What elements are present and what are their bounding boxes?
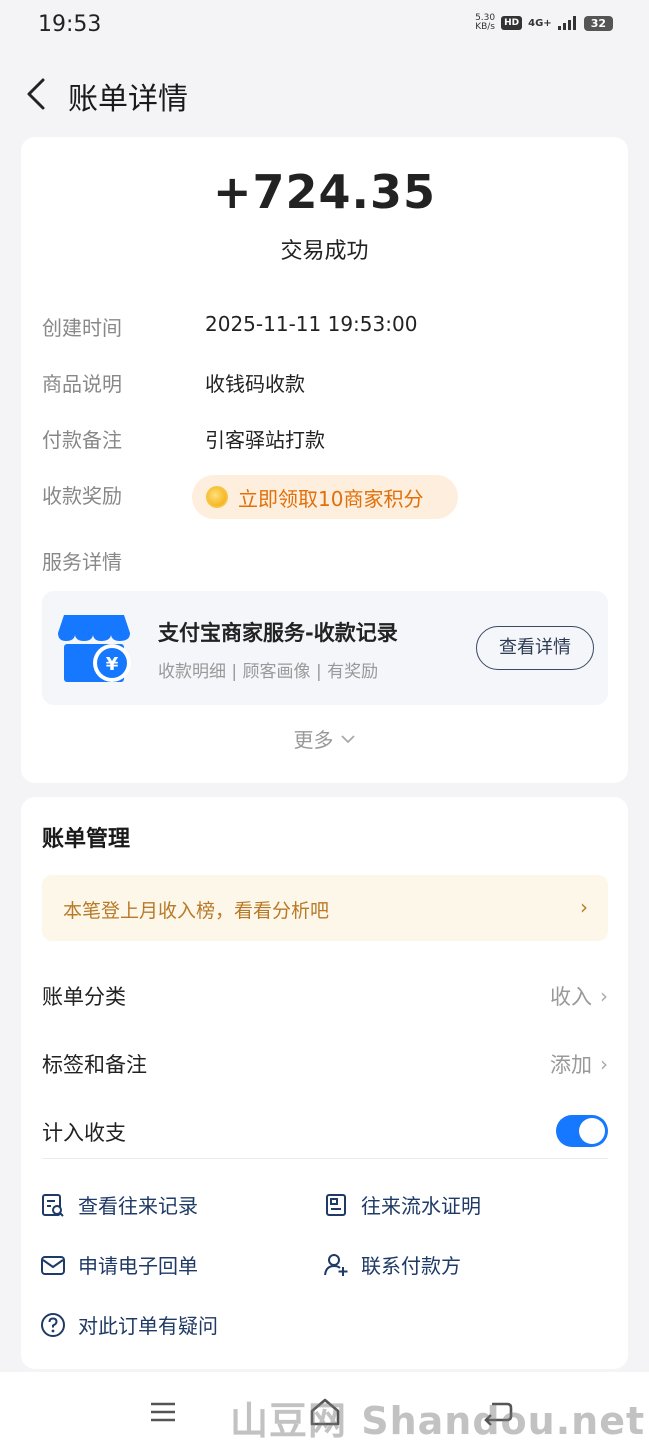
bill-category-label: 账单分类	[42, 985, 126, 1009]
product-desc-label: 商品说明	[42, 372, 122, 396]
tags-notes-row[interactable]: 添加 ›	[550, 1049, 608, 1079]
status-time: 19:53	[38, 12, 102, 37]
order-question-label: 对此订单有疑问	[78, 1314, 218, 1338]
statement-proof-button[interactable]: 往来流水证明	[323, 1190, 481, 1219]
created-time-value: 2025-11-11 19:53:00	[205, 312, 418, 336]
shop-icon: ¥	[58, 615, 131, 682]
view-details-button[interactable]: 查看详情	[476, 626, 594, 670]
transaction-amount: +724.35	[212, 165, 437, 219]
bill-management-card: 账单管理 本笔登上月收入榜，看看分析吧 › 账单分类 收入 › 标签和备注 添加…	[21, 797, 628, 1369]
svg-text:¥: ¥	[106, 654, 119, 675]
count-in-budget-label: 计入收支	[42, 1121, 126, 1145]
add-contact-icon	[324, 1253, 348, 1276]
search-document-icon	[42, 1193, 64, 1217]
reward-text: 立即领取10商家积分	[238, 486, 424, 511]
menu-button[interactable]	[143, 1394, 183, 1430]
service-subtitle: 收款明细 | 顾客画像 | 有奖励	[158, 662, 379, 682]
chevron-right-icon: ›	[600, 1052, 608, 1076]
network-speed: 5.30 KB/s	[475, 13, 496, 32]
bill-category-row[interactable]: 收入 ›	[550, 981, 608, 1011]
e-receipt-label: 申请电子回单	[78, 1254, 198, 1278]
income-ranking-tip[interactable]: 本笔登上月收入榜，看看分析吧 ›	[42, 875, 608, 941]
tip-text: 本笔登上月收入榜，看看分析吧	[63, 900, 330, 922]
mail-icon	[41, 1255, 65, 1275]
contact-payer-button[interactable]: 联系付款方	[323, 1250, 461, 1279]
transaction-card: +724.35 交易成功 创建时间 2025-11-11 19:53:00 商品…	[21, 137, 628, 783]
created-time-label: 创建时间	[42, 316, 122, 340]
chevron-right-icon: ›	[580, 895, 588, 919]
claim-reward-button[interactable]: 立即领取10商家积分	[192, 475, 458, 519]
count-in-budget-toggle[interactable]	[556, 1115, 608, 1147]
back-button[interactable]	[20, 76, 52, 112]
status-icons: 5.30 KB/s HD 4G+ 32	[475, 14, 613, 32]
divider	[42, 1158, 608, 1159]
chevron-down-icon	[340, 734, 355, 743]
payment-note-value: 引客驿站打款	[205, 428, 325, 452]
certificate-icon	[326, 1193, 346, 1216]
contact-payer-label: 联系付款方	[361, 1254, 461, 1278]
more-label: 更多	[293, 728, 334, 752]
coin-icon	[206, 486, 228, 508]
chevron-left-icon	[27, 78, 45, 110]
bill-category-value: 收入	[550, 985, 592, 1009]
reward-label: 收款奖励	[42, 484, 122, 508]
bill-management-title: 账单管理	[42, 827, 131, 852]
transaction-status: 交易成功	[280, 239, 369, 264]
chevron-right-icon: ›	[600, 984, 608, 1008]
signal-bars-icon	[557, 16, 576, 30]
service-details-label: 服务详情	[42, 550, 122, 574]
page-title: 账单详情	[68, 82, 188, 117]
product-desc-value: 收钱码收款	[205, 372, 305, 396]
merchant-service-card[interactable]: ¥ 支付宝商家服务-收款记录 收款明细 | 顾客画像 | 有奖励 查看详情	[42, 591, 608, 705]
more-button[interactable]: 更多	[21, 724, 628, 753]
question-icon	[41, 1312, 65, 1337]
order-question-button[interactable]: 对此订单有疑问	[40, 1310, 218, 1339]
view-history-button[interactable]: 查看往来记录	[40, 1190, 198, 1219]
toggle-knob	[579, 1118, 605, 1144]
e-receipt-button[interactable]: 申请电子回单	[40, 1250, 198, 1279]
watermark: 山豆网 Shandou.net	[230, 1399, 646, 1443]
tags-notes-value: 添加	[550, 1053, 592, 1077]
service-title: 支付宝商家服务-收款记录	[158, 621, 398, 645]
signal-icon: 4G+	[528, 17, 552, 29]
view-history-label: 查看往来记录	[78, 1194, 198, 1218]
tags-notes-label: 标签和备注	[42, 1053, 147, 1077]
menu-icon	[151, 1402, 175, 1422]
hd-badge: HD	[501, 16, 523, 30]
battery-icon: 32	[583, 15, 613, 31]
payment-note-label: 付款备注	[42, 428, 122, 452]
statement-proof-label: 往来流水证明	[361, 1194, 481, 1218]
